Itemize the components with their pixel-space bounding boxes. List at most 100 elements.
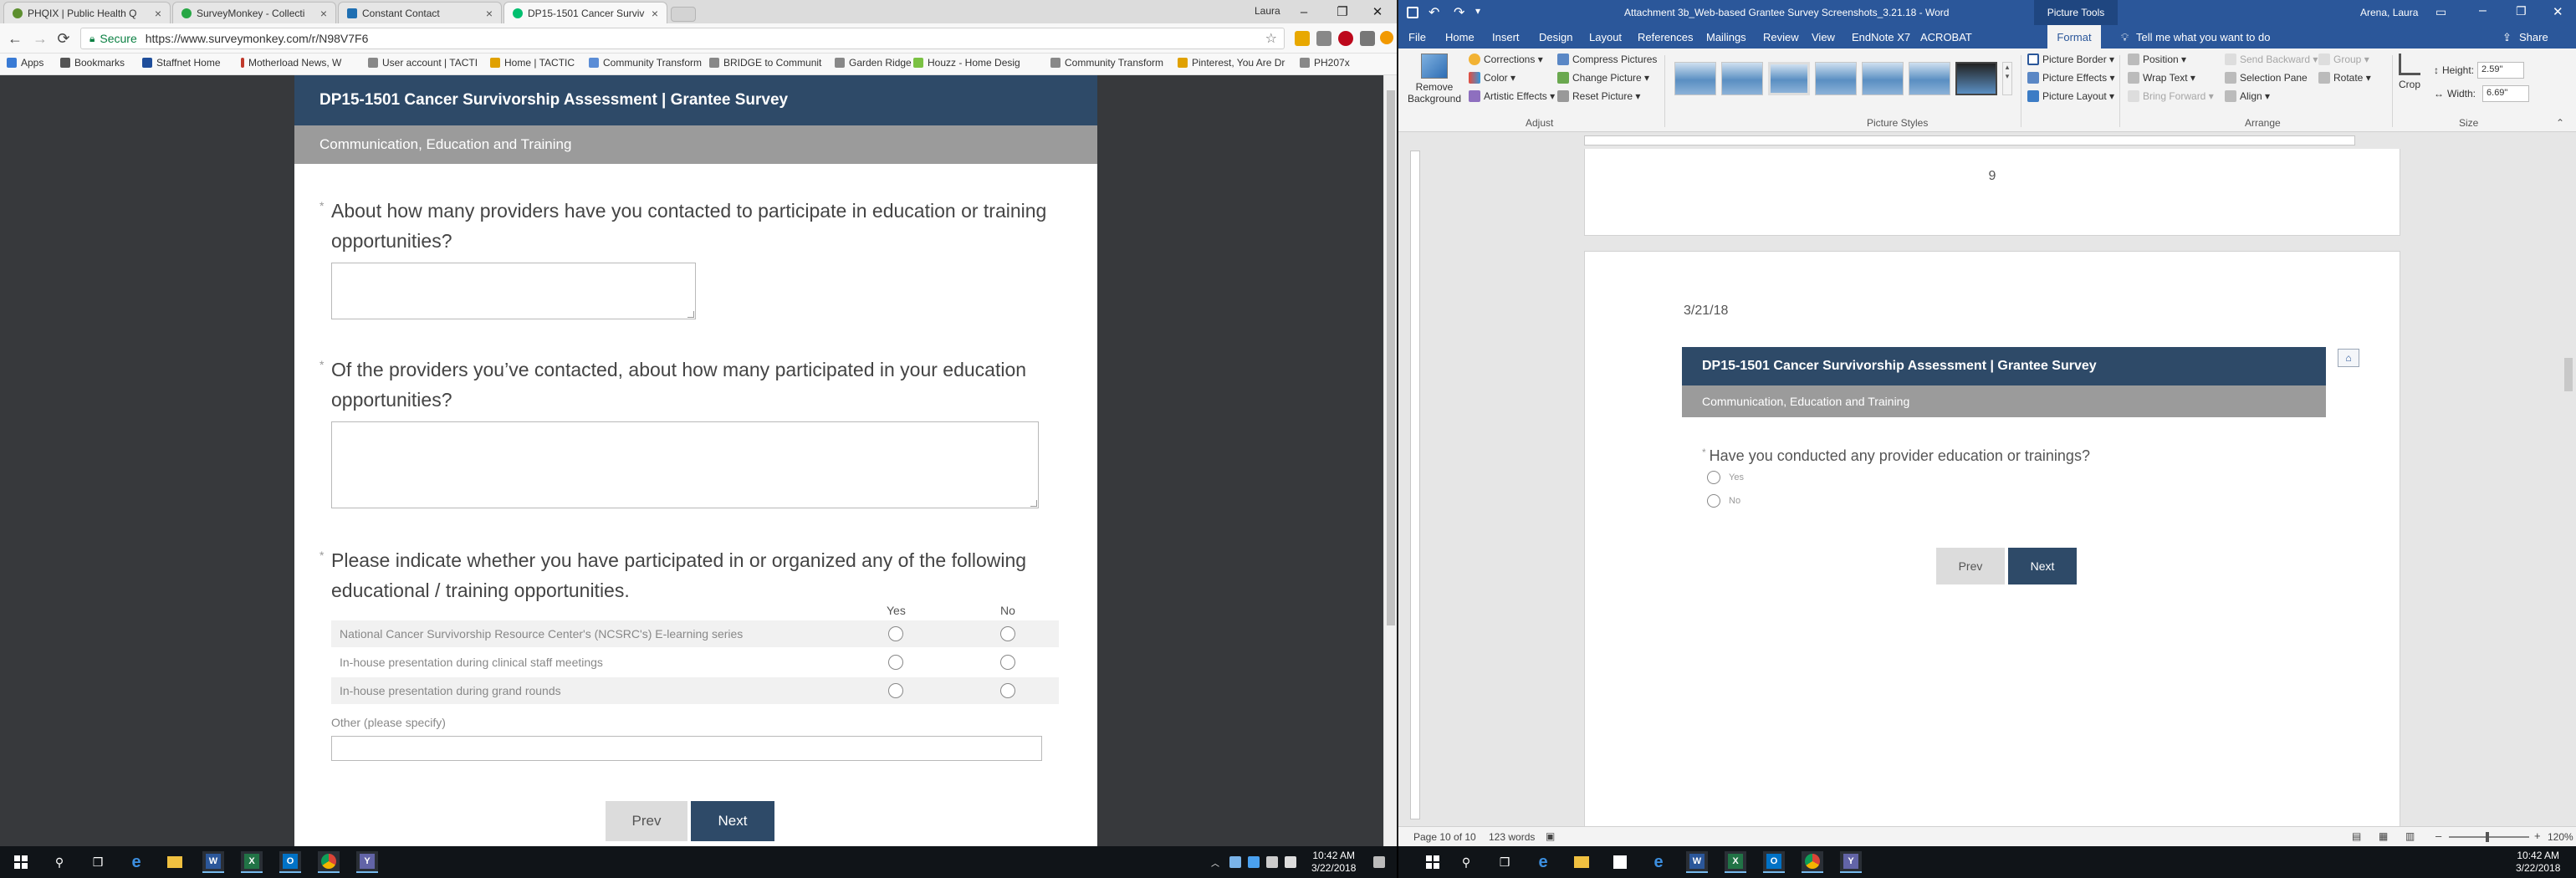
wifi-icon[interactable]: [1266, 856, 1278, 868]
ribbon-display-icon[interactable]: ▭: [2435, 5, 2446, 19]
corrections-button[interactable]: Corrections ▾: [1469, 54, 1543, 65]
wrap-text-button[interactable]: Wrap Text ▾: [2128, 72, 2195, 84]
word-count[interactable]: 123 words: [1489, 831, 1535, 843]
pinterest-icon[interactable]: [1338, 31, 1353, 46]
profile-name[interactable]: Laura: [1255, 5, 1280, 17]
bookmark-item[interactable]: Motherload News, W: [241, 57, 341, 69]
start-icon[interactable]: [1422, 851, 1444, 873]
group-button[interactable]: Group ▾: [2318, 54, 2369, 65]
zoom-out-icon[interactable]: –: [2435, 830, 2441, 842]
share-icon[interactable]: ⇪: [2502, 31, 2512, 44]
picture-style-thumb[interactable]: [1862, 62, 1904, 95]
zoom-slider-thumb[interactable]: [2486, 832, 2489, 842]
crop-button[interactable]: Crop: [2399, 54, 2420, 90]
picture-effects-button[interactable]: Picture Effects ▾: [2027, 72, 2115, 84]
minimize-icon[interactable]: –: [2479, 3, 2487, 18]
extension-icon[interactable]: [1316, 31, 1331, 46]
radio-no[interactable]: [1000, 683, 1015, 698]
q2-textarea[interactable]: [331, 421, 1039, 508]
close-icon[interactable]: ×: [652, 7, 658, 20]
search-icon[interactable]: ⚲: [49, 851, 70, 873]
outlook-icon[interactable]: O: [279, 851, 301, 873]
edge-icon[interactable]: e: [125, 851, 147, 873]
browser-tab-active[interactable]: DP15-1501 Cancer Surviv ×: [503, 2, 667, 23]
bookmark-item[interactable]: BRIDGE to Communit: [709, 57, 821, 69]
page-indicator[interactable]: Page 10 of 10: [1413, 831, 1476, 843]
collapse-ribbon-icon[interactable]: ⌃: [2556, 117, 2564, 129]
picture-style-thumb[interactable]: [1909, 62, 1950, 95]
scrollbar-thumb[interactable]: [1387, 90, 1395, 625]
forward-icon[interactable]: →: [30, 28, 50, 48]
color-button[interactable]: Color ▾: [1469, 72, 1515, 84]
resize-handle[interactable]: [687, 311, 694, 318]
tab-acrobat[interactable]: ACROBAT: [1920, 31, 1972, 43]
yammer-icon[interactable]: Y: [1840, 851, 1862, 873]
search-icon[interactable]: ⚲: [1455, 851, 1477, 873]
picture-style-thumb[interactable]: [1674, 62, 1716, 95]
picture-style-thumb[interactable]: [1815, 62, 1857, 95]
zoom-level[interactable]: 120%: [2548, 831, 2573, 843]
picture-layout-button[interactable]: Picture Layout ▾: [2027, 90, 2114, 102]
close-icon[interactable]: ×: [320, 7, 327, 20]
task-view-icon[interactable]: ❒: [87, 851, 109, 873]
reload-icon[interactable]: ⟳: [54, 28, 74, 48]
width-input[interactable]: 6.69": [2482, 85, 2530, 102]
radio-yes[interactable]: [888, 655, 903, 670]
clock[interactable]: 10:42 AM 3/22/2018: [2516, 850, 2560, 875]
close-window-icon[interactable]: ✕: [2553, 4, 2563, 19]
restore-icon[interactable]: ❐: [2516, 4, 2527, 18]
file-explorer-icon[interactable]: [164, 851, 186, 873]
ruler-strip[interactable]: [1584, 135, 2355, 145]
start-icon[interactable]: [10, 851, 32, 873]
tab-insert[interactable]: Insert: [1492, 31, 1520, 43]
radio-yes[interactable]: [888, 626, 903, 641]
selection-pane-button[interactable]: Selection Pane: [2225, 72, 2308, 84]
back-icon[interactable]: ←: [5, 28, 25, 48]
extension-icon[interactable]: [1295, 31, 1310, 46]
word-icon[interactable]: W: [1686, 851, 1708, 873]
user-name[interactable]: Arena, Laura: [2360, 7, 2418, 18]
bookmark-item[interactable]: Pinterest, You Are Dr: [1178, 57, 1285, 69]
close-window-icon[interactable]: ✕: [1358, 0, 1397, 23]
outlook-icon[interactable]: O: [1763, 851, 1785, 873]
scrollbar-thumb[interactable]: [2564, 358, 2573, 391]
read-mode-icon[interactable]: ▤: [2352, 830, 2361, 842]
bookmark-item[interactable]: Staffnet Home: [142, 57, 221, 69]
tab-file[interactable]: File: [1408, 31, 1426, 43]
position-button[interactable]: Position ▾: [2128, 54, 2186, 65]
minimize-icon[interactable]: –: [1285, 0, 1323, 23]
bookmark-item[interactable]: Home | TACTIC: [490, 57, 575, 69]
chrome-icon[interactable]: [1802, 851, 1823, 873]
layout-options-icon[interactable]: ⌂: [2338, 349, 2359, 367]
align-button[interactable]: Align ▾: [2225, 90, 2270, 102]
tab-design[interactable]: Design: [1539, 31, 1572, 43]
tab-mailings[interactable]: Mailings: [1706, 31, 1746, 43]
scrollbar[interactable]: [2561, 149, 2576, 826]
extension-icon[interactable]: [1360, 31, 1375, 46]
radio-yes[interactable]: [888, 683, 903, 698]
picture-style-thumb[interactable]: [1721, 62, 1763, 95]
onedrive-icon[interactable]: [1248, 856, 1260, 868]
file-explorer-icon[interactable]: [1571, 851, 1592, 873]
excel-icon[interactable]: X: [1725, 851, 1746, 873]
tab-format[interactable]: Format: [2047, 25, 2101, 48]
browser-tab[interactable]: Constant Contact ×: [338, 2, 502, 23]
alert-icon[interactable]: [1380, 31, 1393, 44]
restore-icon[interactable]: ❐: [1323, 0, 1362, 23]
task-view-icon[interactable]: ❒: [1494, 851, 1515, 873]
proofing-icon[interactable]: ▣: [1546, 830, 1555, 842]
star-icon[interactable]: ☆: [1265, 30, 1277, 47]
scrollbar[interactable]: [1383, 75, 1397, 846]
volume-icon[interactable]: [1285, 856, 1296, 868]
edge-icon[interactable]: e: [1532, 851, 1554, 873]
excel-icon[interactable]: X: [241, 851, 263, 873]
tell-me-box[interactable]: Tell me what you want to do: [2136, 31, 2270, 43]
word-icon[interactable]: W: [202, 851, 224, 873]
resize-handle[interactable]: [1030, 500, 1037, 507]
radio-no[interactable]: [1000, 626, 1015, 641]
gallery-more-icon[interactable]: ▴ ▾: [2002, 62, 2012, 95]
web-layout-icon[interactable]: ▥: [2405, 830, 2415, 842]
notifications-icon[interactable]: [1373, 856, 1385, 868]
q1-textarea[interactable]: [331, 263, 696, 319]
chrome-icon[interactable]: [318, 851, 340, 873]
